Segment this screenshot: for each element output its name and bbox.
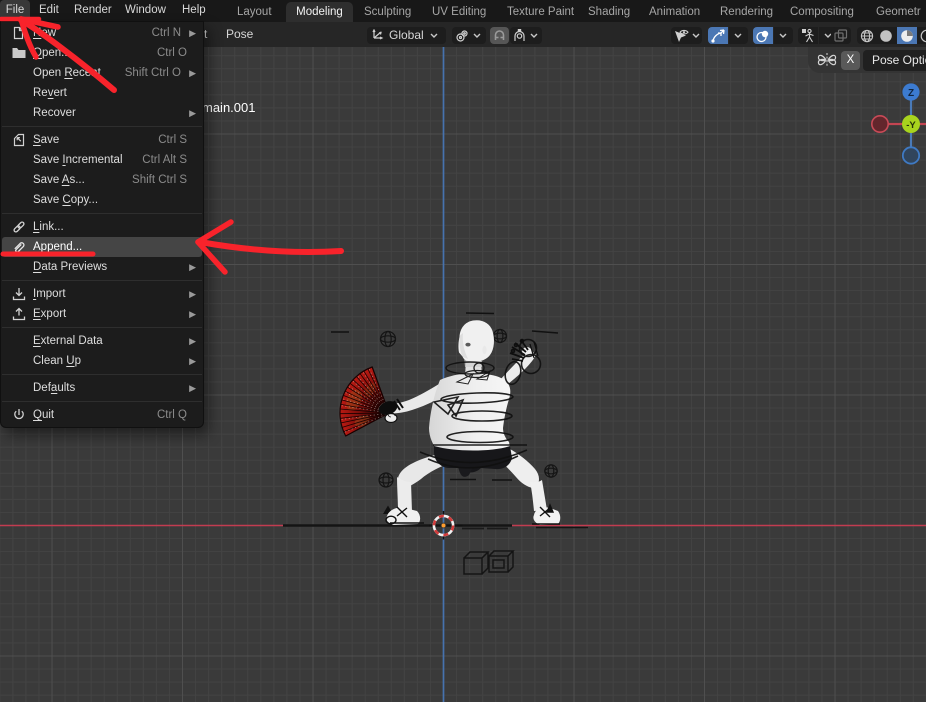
- svg-text:Z: Z: [908, 88, 914, 99]
- svg-text:-Y: -Y: [906, 120, 916, 131]
